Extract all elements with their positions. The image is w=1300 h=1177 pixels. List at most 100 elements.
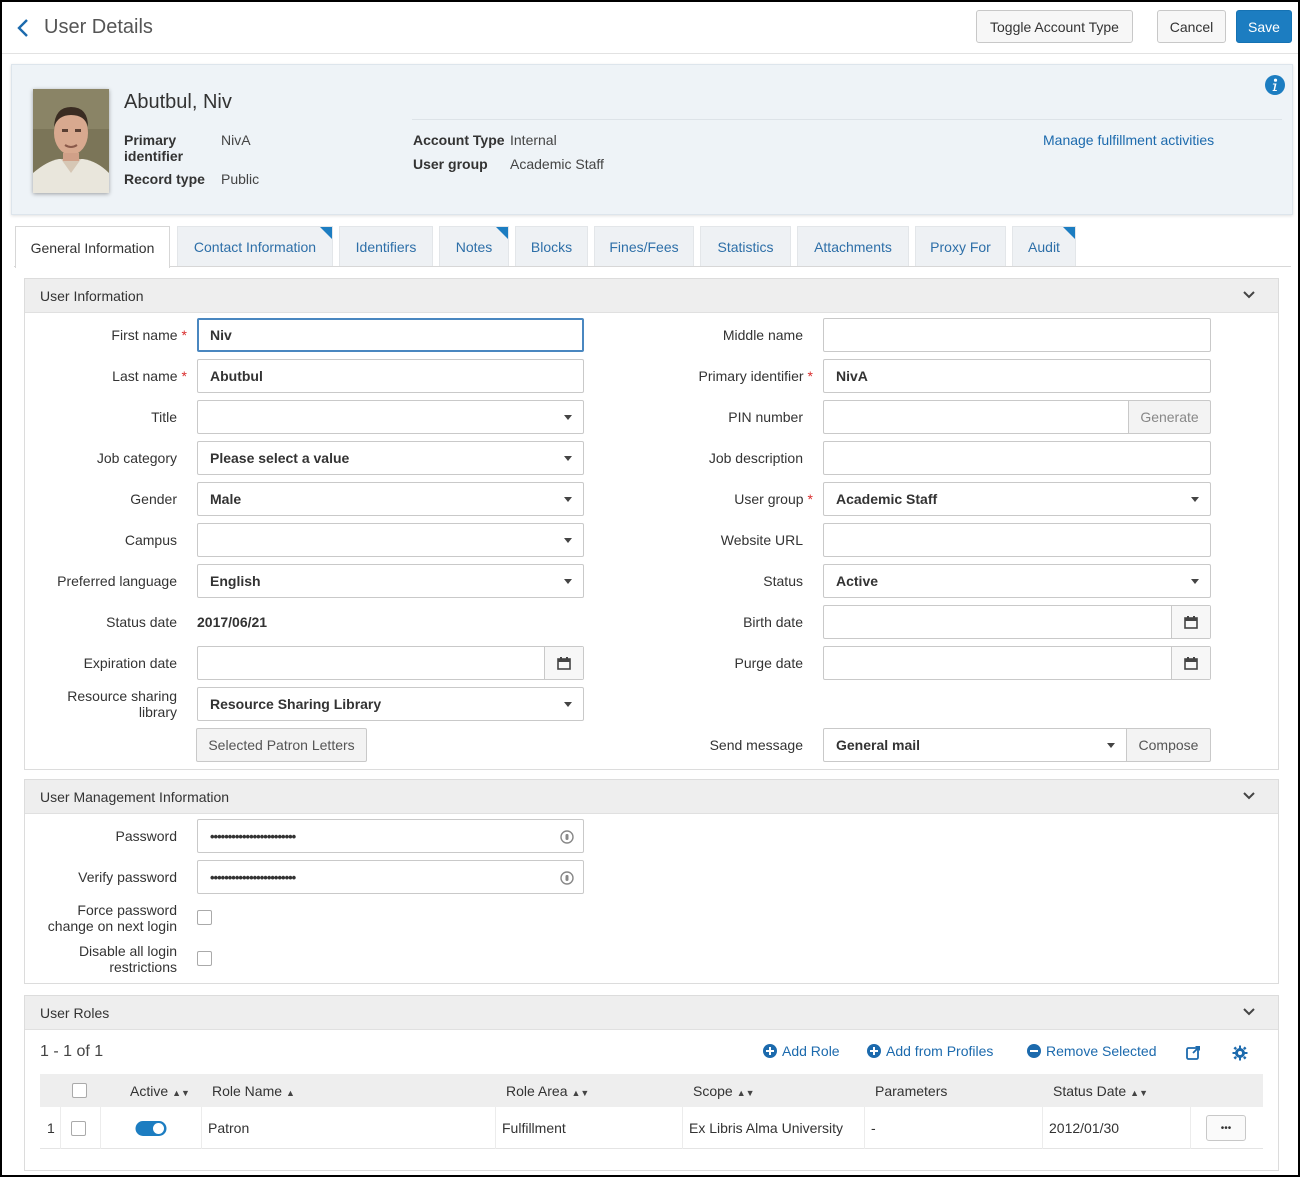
purge-date-input[interactable] (823, 646, 1211, 680)
chevron-down-icon[interactable] (1242, 290, 1256, 300)
column-scope[interactable]: Scope ▲▼ (693, 1083, 755, 1101)
add-role-button[interactable]: Add Role (763, 1043, 840, 1059)
preferred-language-select[interactable]: English (197, 564, 584, 598)
generate-button[interactable]: Generate (1128, 400, 1211, 434)
pin-number-label: PIN number (728, 409, 803, 425)
section-header[interactable]: User Roles (25, 996, 1278, 1030)
force-password-change-checkbox[interactable] (197, 910, 212, 925)
title-select[interactable] (197, 400, 584, 434)
required-marker: * (181, 368, 187, 384)
toggle-account-type-button[interactable]: Toggle Account Type (976, 10, 1133, 43)
tab-proxy-for[interactable]: Proxy For (915, 226, 1006, 266)
section-header[interactable]: User Information (25, 279, 1278, 313)
column-active[interactable]: Active ▲▼ (130, 1083, 190, 1101)
status-date-cell: 2012/01/30 (1049, 1120, 1120, 1136)
verify-password-input[interactable]: •••••••••••••••••••••••• (197, 860, 584, 894)
tab-contact-information[interactable]: Contact Information (177, 226, 333, 266)
tab-identifiers[interactable]: Identifiers (339, 226, 433, 266)
status-select[interactable]: Active (823, 564, 1211, 598)
plus-circle-icon (867, 1044, 881, 1058)
expiration-date-input[interactable] (197, 646, 584, 680)
select-value: English (210, 573, 261, 589)
job-description-label: Job description (708, 450, 803, 466)
password-visibility-icon[interactable] (560, 829, 574, 845)
calendar-button[interactable] (1171, 647, 1210, 679)
send-message-select[interactable]: General mail (823, 728, 1127, 762)
title-label: Title (151, 409, 177, 425)
back-arrow-icon[interactable] (14, 16, 34, 40)
gender-select[interactable]: Male (197, 482, 584, 516)
select-value: Male (210, 491, 242, 507)
caret-down-icon (1191, 497, 1199, 502)
active-toggle[interactable] (135, 1120, 167, 1137)
tab-general-information[interactable]: General Information (15, 226, 170, 268)
gender-label: Gender (130, 491, 177, 507)
info-icon[interactable] (1265, 75, 1285, 95)
caret-down-icon (564, 456, 572, 461)
cancel-button[interactable]: Cancel (1157, 10, 1226, 43)
primary-identifier-input[interactable]: NivA (823, 359, 1211, 393)
user-group-field-label: User group * (622, 491, 813, 507)
password-visibility-icon[interactable] (560, 870, 574, 886)
tab-corner-marker (496, 227, 508, 239)
row-select-checkbox[interactable] (71, 1121, 86, 1136)
birth-date-label: Birth date (743, 614, 803, 630)
tab-attachments[interactable]: Attachments (797, 226, 909, 266)
column-label: Role Name (212, 1083, 283, 1099)
record-type-value: Public (221, 171, 260, 187)
status-label: Status (763, 573, 803, 589)
first-name-label: First name * (42, 327, 187, 343)
tab-blocks[interactable]: Blocks (515, 226, 588, 266)
calendar-button[interactable] (544, 647, 583, 679)
resource-sharing-library-select[interactable]: Resource Sharing Library (197, 687, 584, 721)
column-role-name[interactable]: Role Name ▲ (212, 1083, 295, 1101)
disable-login-restrictions-checkbox[interactable] (197, 951, 212, 966)
selected-patron-letters-button[interactable]: Selected Patron Letters (196, 728, 367, 762)
last-name-input[interactable]: Abutbul (197, 359, 584, 393)
chevron-down-icon[interactable] (1242, 1007, 1256, 1017)
remove-selected-button[interactable]: Remove Selected (1027, 1043, 1157, 1059)
export-icon[interactable] (1186, 1045, 1201, 1060)
tabs-divider (14, 266, 1291, 267)
label-text: Primary identifier (698, 368, 804, 384)
job-description-input[interactable] (823, 441, 1211, 475)
campus-select[interactable] (197, 523, 584, 557)
compose-button[interactable]: Compose (1126, 728, 1211, 762)
label-text: User group (734, 491, 804, 507)
birth-date-input[interactable] (823, 605, 1211, 639)
role-name-link[interactable]: Patron (208, 1120, 249, 1136)
manage-fulfillment-link[interactable]: Manage fulfillment activities (1043, 132, 1214, 148)
tab-audit[interactable]: Audit (1012, 226, 1076, 266)
job-category-label: Job category (96, 450, 177, 466)
job-category-select[interactable]: Please select a value (197, 441, 584, 475)
header-divider (2, 53, 1298, 54)
primary-identifier-field-label: Primary identifier * (622, 368, 813, 384)
chevron-down-icon[interactable] (1242, 791, 1256, 801)
row-number: 1 (47, 1120, 55, 1136)
website-url-input[interactable] (823, 523, 1211, 557)
middle-name-label: Middle name (722, 327, 803, 343)
password-input[interactable]: •••••••••••••••••••••••• (197, 819, 584, 853)
label-line: change on next login (47, 918, 177, 934)
pin-number-input[interactable] (823, 400, 1129, 434)
section-header[interactable]: User Management Information (25, 780, 1278, 814)
column-status-date[interactable]: Status Date ▲▼ (1053, 1083, 1148, 1101)
sort-icon: ▲▼ (736, 1088, 755, 1098)
column-role-area[interactable]: Role Area ▲▼ (506, 1083, 589, 1101)
row-actions-button[interactable]: ••• (1206, 1115, 1246, 1141)
tab-statistics[interactable]: Statistics (700, 226, 791, 266)
action-label: Add from Profiles (886, 1043, 994, 1059)
save-button[interactable]: Save (1236, 10, 1292, 43)
column-divider (1190, 1107, 1191, 1149)
add-from-profiles-button[interactable]: Add from Profiles (867, 1043, 993, 1059)
tab-notes[interactable]: Notes (439, 226, 509, 266)
scope-cell: Ex Libris Alma University (689, 1120, 844, 1136)
first-name-input[interactable]: Niv (197, 318, 584, 352)
tab-fines-fees[interactable]: Fines/Fees (594, 226, 694, 266)
gear-icon[interactable] (1232, 1045, 1248, 1061)
calendar-button[interactable] (1171, 606, 1210, 638)
user-group-select[interactable]: Academic Staff (823, 482, 1211, 516)
select-all-checkbox[interactable] (72, 1083, 87, 1098)
user-group-value: Academic Staff (510, 156, 604, 172)
middle-name-input[interactable] (823, 318, 1211, 352)
